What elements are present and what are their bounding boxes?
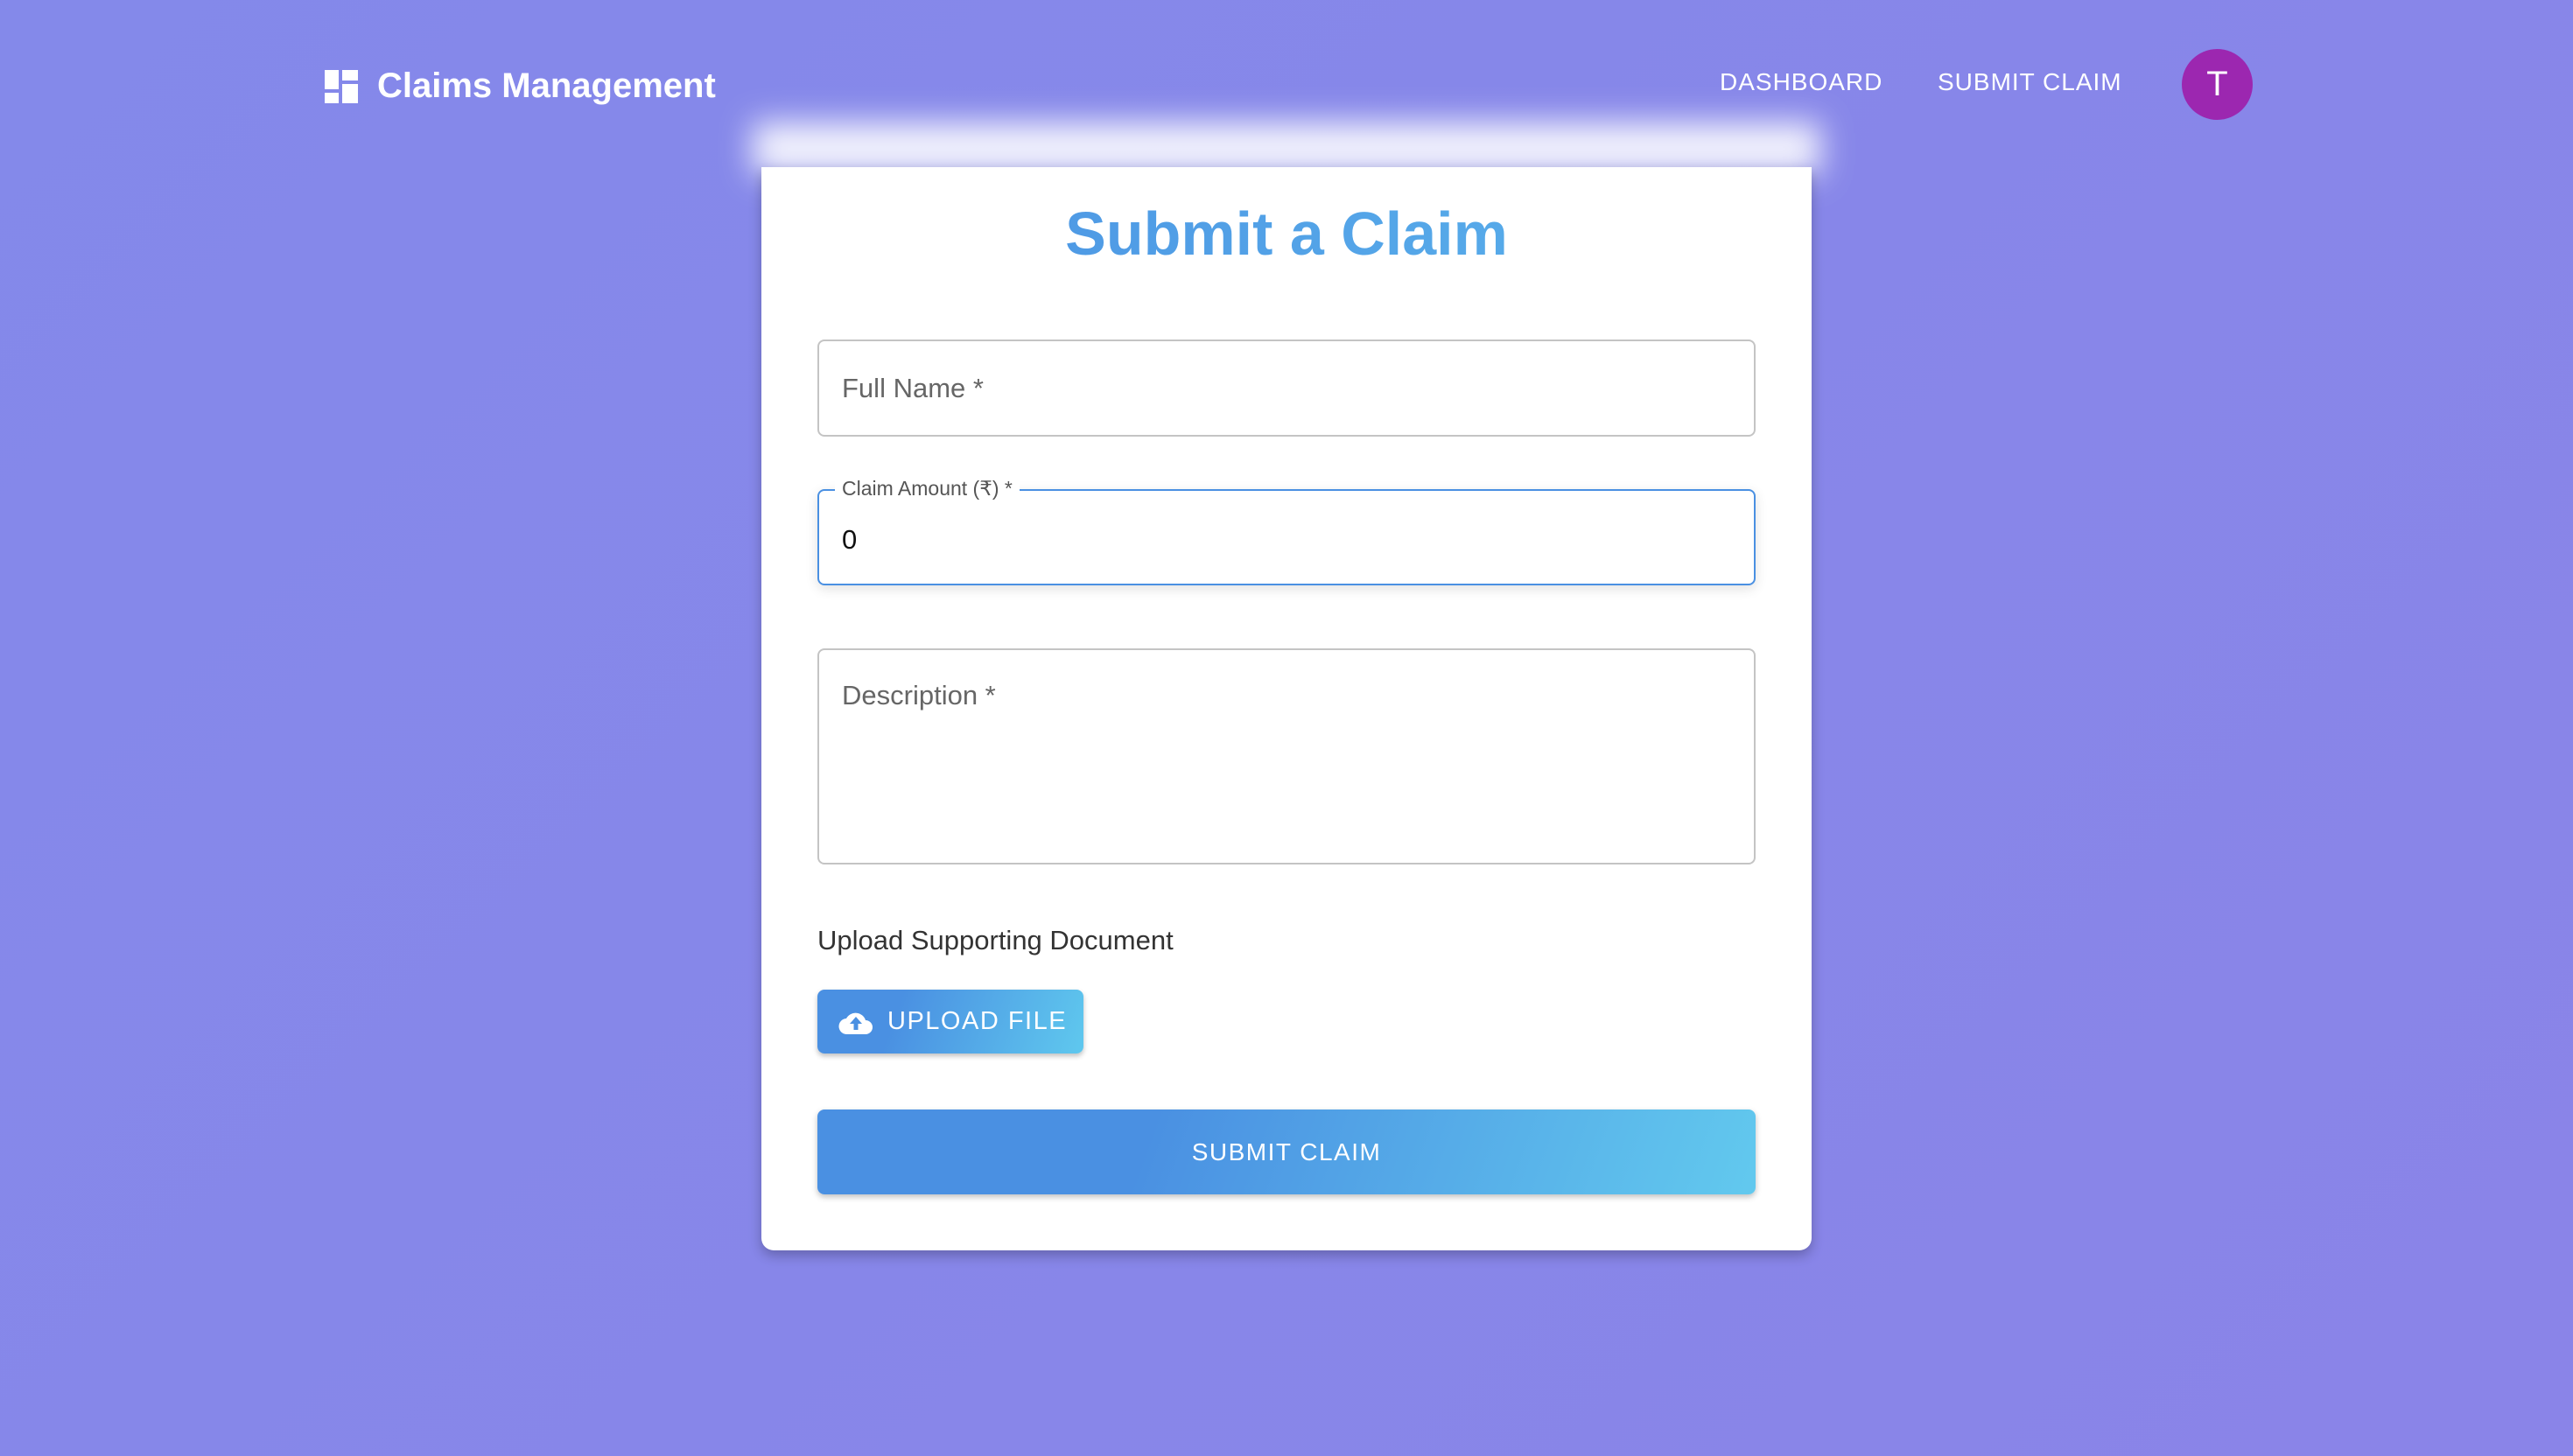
full-name-placeholder: Full Name * xyxy=(842,373,984,403)
description-placeholder: Description * xyxy=(842,680,996,710)
nav-submit-claim[interactable]: SUBMIT CLAIM xyxy=(1938,68,2122,96)
app-brand: Claims Management xyxy=(325,66,716,106)
full-name-input[interactable]: Full Name * xyxy=(817,340,1756,437)
claim-form-card: Submit a Claim Full Name * Claim Amount … xyxy=(761,167,1812,1250)
upload-label: Upload Supporting Document xyxy=(817,925,1174,956)
app-title: Claims Management xyxy=(377,66,716,105)
page-title: Submit a Claim xyxy=(761,199,1812,269)
claim-amount-input[interactable]: Claim Amount (₹) * 0 xyxy=(817,477,1756,585)
nav-dashboard[interactable]: DASHBOARD xyxy=(1720,68,1882,96)
claim-amount-label: Claim Amount (₹) * xyxy=(835,477,1020,500)
submit-claim-button[interactable]: SUBMIT CLAIM xyxy=(817,1110,1756,1194)
cloud-upload-icon xyxy=(838,1012,873,1034)
description-textarea[interactable]: Description * xyxy=(817,648,1756,864)
upload-file-button[interactable]: UPLOAD FILE xyxy=(817,990,1083,1054)
upload-file-label: UPLOAD FILE xyxy=(887,1007,1068,1035)
dashboard-icon xyxy=(325,69,358,103)
claim-amount-value: 0 xyxy=(842,524,858,555)
avatar[interactable]: T xyxy=(2182,49,2253,120)
